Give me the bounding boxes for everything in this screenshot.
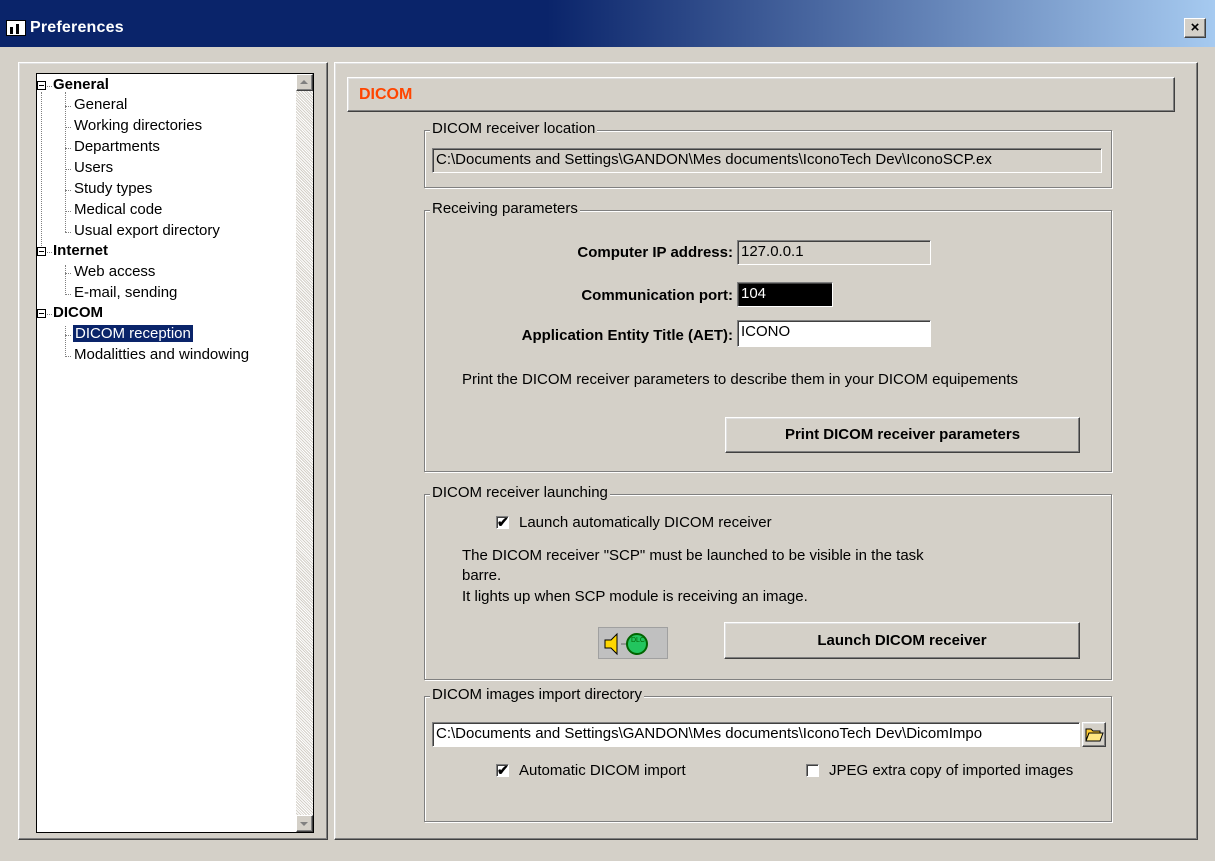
group-label: Receiving parameters <box>430 200 580 217</box>
print-description-text: Print the DICOM receiver parameters to d… <box>462 371 1019 388</box>
tree-label: Internet <box>53 242 109 259</box>
communication-port-label: Communication port: <box>581 287 733 304</box>
group-label: DICOM images import directory <box>430 686 645 703</box>
open-folder-icon <box>1085 728 1104 742</box>
title-bar <box>0 0 1215 47</box>
jpeg-copy-label: JPEG extra copy of imported images <box>829 762 1074 779</box>
ip-address-field[interactable]: 127.0.0.1 <box>737 240 931 265</box>
close-button[interactable]: × <box>1184 18 1206 38</box>
tree-line <box>65 265 66 295</box>
indicator-text: DLC <box>630 637 645 644</box>
arrow-up-icon <box>300 80 308 84</box>
tree-label: DICOM <box>53 304 103 321</box>
import-directory-group <box>424 696 1112 822</box>
tree-line <box>41 92 42 250</box>
tree-label: Web access <box>74 263 156 280</box>
scroll-up-button[interactable] <box>296 74 313 91</box>
receiver-location-field[interactable]: C:\Documents and Settings\GANDON\Mes doc… <box>432 148 1102 173</box>
section-title: DICOM <box>359 86 413 103</box>
tree-label: General <box>53 76 109 93</box>
arrow-down-icon <box>300 822 308 826</box>
checkmark-icon: ✔ <box>497 762 509 778</box>
scroll-down-button[interactable] <box>296 815 313 832</box>
tree-label: Study types <box>74 180 153 197</box>
window-title: Preferences <box>30 19 124 36</box>
auto-launch-checkbox[interactable]: ✔ <box>496 514 509 530</box>
collapse-icon[interactable] <box>37 247 46 256</box>
tree-line <box>65 326 66 357</box>
tree-label: Working directories <box>74 117 203 134</box>
tree-label: Medical code <box>74 201 163 218</box>
collapse-icon[interactable] <box>37 81 46 90</box>
launch-receiver-button[interactable]: Launch DICOM receiver <box>724 622 1080 659</box>
tree-label: Departments <box>74 138 160 155</box>
tree-label: Usual export directory <box>74 222 220 239</box>
launch-info-line2: barre. <box>462 567 502 584</box>
auto-launch-label: Launch automatically DICOM receiver <box>519 514 772 531</box>
tree-label-selected: DICOM reception <box>72 324 194 343</box>
tree-label: General <box>74 96 128 113</box>
aet-field[interactable]: ICONO <box>737 320 931 347</box>
tree-label: Modalitties and windowing <box>74 346 250 363</box>
launch-info-line1: The DICOM receiver "SCP" must be launche… <box>462 547 924 564</box>
browse-folder-button[interactable] <box>1082 722 1106 747</box>
group-label: DICOM receiver location <box>430 120 598 137</box>
aet-label: Application Entity Title (AET): <box>521 327 733 344</box>
speaker-led-icon <box>604 632 648 656</box>
tree-label: E-mail, sending <box>74 284 178 301</box>
print-parameters-button[interactable]: Print DICOM receiver parameters <box>725 417 1080 453</box>
section-header <box>347 77 1175 112</box>
tree-label: Users <box>74 159 114 176</box>
import-directory-field[interactable]: C:\Documents and Settings\GANDON\Mes doc… <box>432 722 1080 747</box>
jpeg-copy-checkbox[interactable] <box>806 764 819 777</box>
communication-port-field[interactable]: 104 <box>737 282 833 307</box>
group-label: DICOM receiver launching <box>430 484 610 501</box>
launch-info-line3: It lights up when SCP module is receivin… <box>462 588 808 605</box>
checkmark-icon: ✔ <box>497 514 509 530</box>
auto-import-checkbox[interactable]: ✔ <box>496 762 509 778</box>
app-icon <box>6 20 26 36</box>
preferences-tree[interactable]: General General Working directories Depa… <box>36 73 314 833</box>
tree-scrollbar[interactable] <box>296 74 313 832</box>
auto-import-label: Automatic DICOM import <box>519 762 686 779</box>
collapse-icon[interactable] <box>37 309 46 318</box>
ip-address-label: Computer IP address: <box>577 244 733 261</box>
